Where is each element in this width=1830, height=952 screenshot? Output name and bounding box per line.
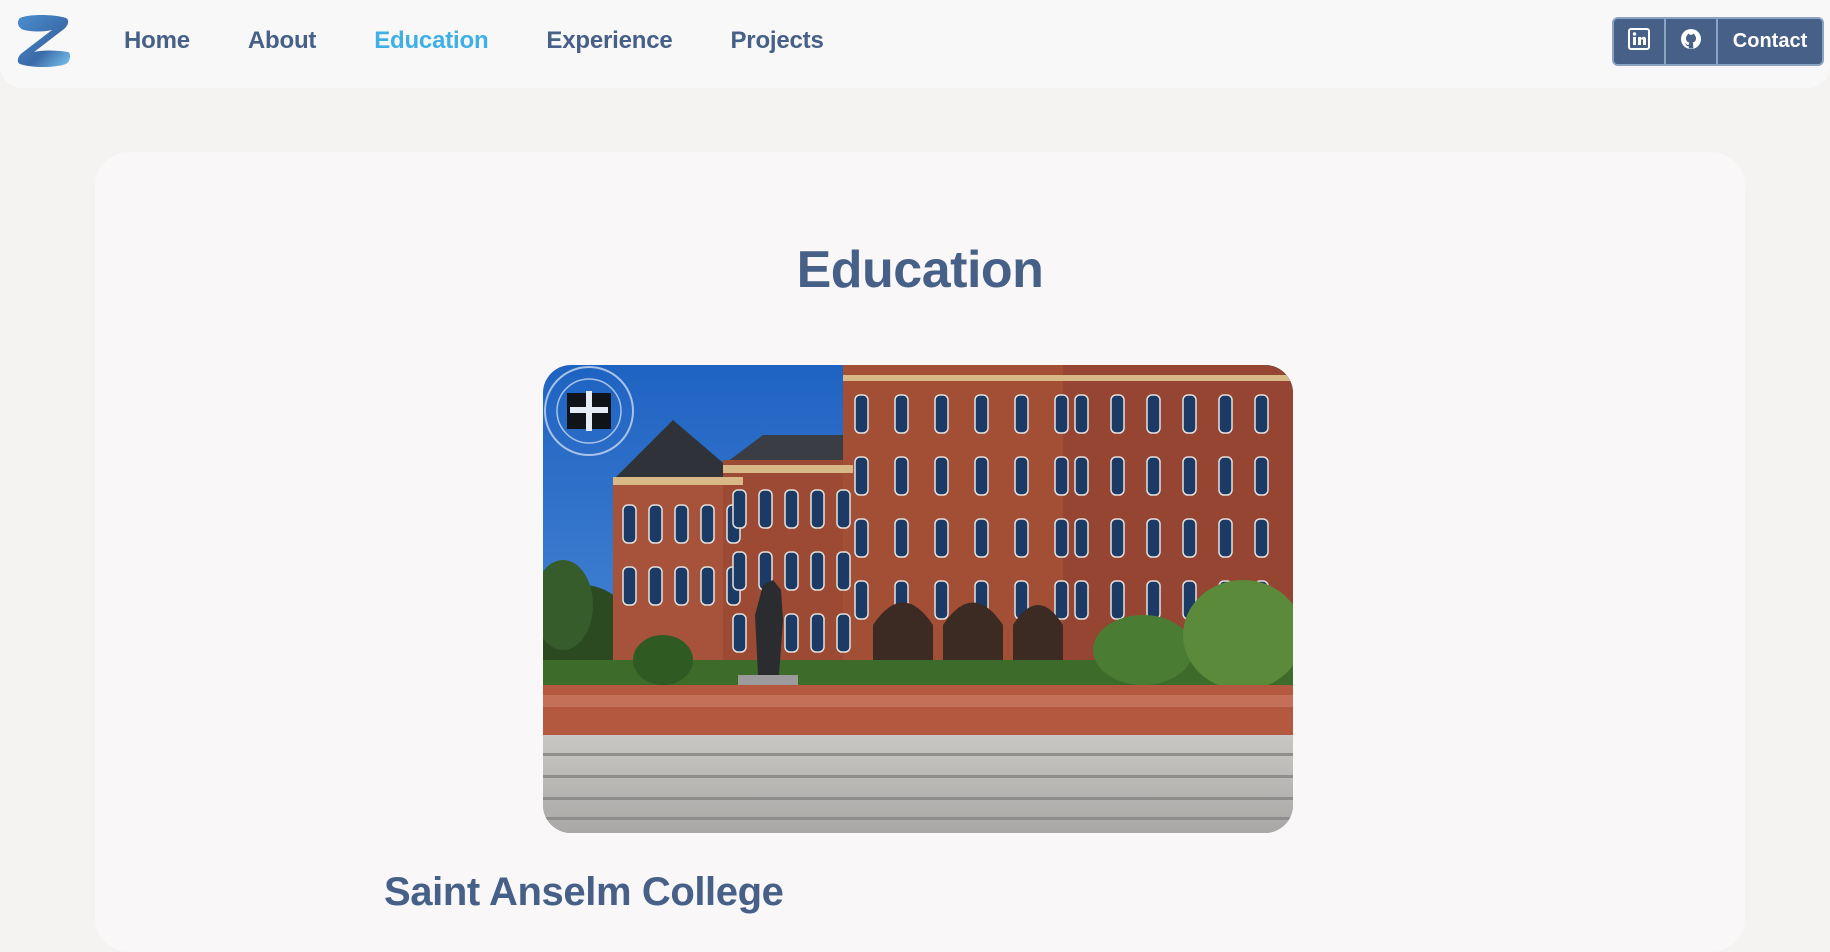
nav-home-link[interactable]: Home — [124, 27, 190, 55]
education-card: Education Saint Anselm College — [95, 152, 1745, 952]
nav-education-link[interactable]: Education — [374, 27, 488, 55]
nav-projects-link[interactable]: Projects — [731, 27, 824, 55]
contact-button[interactable]: Contact — [1718, 19, 1822, 64]
github-icon — [1680, 28, 1702, 55]
github-button[interactable] — [1666, 19, 1718, 64]
nav-experience-link[interactable]: Experience — [546, 27, 672, 55]
linkedin-icon — [1628, 28, 1650, 55]
main-navigation: Home About Education Experience Projects — [124, 0, 882, 82]
school-name: Saint Anselm College — [384, 870, 784, 914]
nav-about-link[interactable]: About — [248, 27, 317, 55]
linkedin-button[interactable] — [1614, 19, 1666, 64]
page-title: Education — [796, 241, 1044, 299]
site-logo[interactable] — [14, 12, 74, 70]
top-navbar: Home About Education Experience Projects — [0, 0, 1830, 88]
nav-action-group: Contact — [1612, 17, 1824, 66]
college-photo — [543, 365, 1293, 833]
